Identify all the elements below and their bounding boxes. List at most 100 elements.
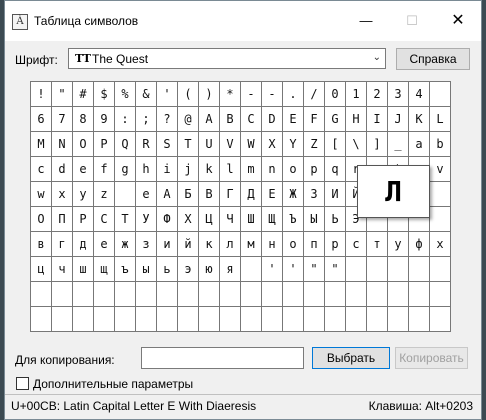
char-cell[interactable]: с xyxy=(346,232,367,257)
char-cell[interactable]: х xyxy=(430,232,451,257)
char-cell[interactable]: d xyxy=(52,157,73,182)
char-cell[interactable]: ы xyxy=(136,257,157,282)
char-cell[interactable]: Q xyxy=(115,132,136,157)
char-cell[interactable]: ж xyxy=(115,232,136,257)
char-cell[interactable] xyxy=(430,307,451,332)
char-cell[interactable]: E xyxy=(283,107,304,132)
char-cell[interactable]: Е xyxy=(262,182,283,207)
char-cell[interactable]: п xyxy=(304,232,325,257)
char-cell[interactable]: L xyxy=(430,107,451,132)
char-cell[interactable]: $ xyxy=(94,82,115,107)
char-cell[interactable]: I xyxy=(367,107,388,132)
char-cell[interactable]: A xyxy=(199,107,220,132)
char-cell[interactable] xyxy=(430,82,451,107)
char-cell[interactable]: h xyxy=(136,157,157,182)
char-cell[interactable]: - xyxy=(241,82,262,107)
char-cell[interactable]: Б xyxy=(178,182,199,207)
char-cell[interactable]: е xyxy=(94,232,115,257)
char-cell[interactable] xyxy=(430,207,451,232)
char-cell[interactable] xyxy=(199,282,220,307)
char-cell[interactable]: ю xyxy=(199,257,220,282)
char-cell[interactable]: В xyxy=(199,182,220,207)
char-cell[interactable]: 0 xyxy=(325,82,346,107)
char-cell[interactable]: j xyxy=(178,157,199,182)
char-cell[interactable]: А xyxy=(157,182,178,207)
char-cell[interactable]: ] xyxy=(367,132,388,157)
char-cell[interactable]: Ч xyxy=(220,207,241,232)
char-cell[interactable]: о xyxy=(283,232,304,257)
char-cell[interactable]: g xyxy=(115,157,136,182)
char-cell[interactable]: C xyxy=(241,107,262,132)
char-cell[interactable] xyxy=(52,282,73,307)
char-cell[interactable]: U xyxy=(199,132,220,157)
char-cell[interactable]: H xyxy=(346,107,367,132)
char-cell[interactable] xyxy=(325,307,346,332)
char-cell[interactable]: J xyxy=(388,107,409,132)
char-cell[interactable]: ) xyxy=(199,82,220,107)
char-cell[interactable]: ' xyxy=(157,82,178,107)
char-cell[interactable]: Т xyxy=(115,207,136,232)
char-cell[interactable] xyxy=(367,257,388,282)
char-cell[interactable]: 9 xyxy=(94,107,115,132)
char-cell[interactable]: x xyxy=(52,182,73,207)
char-cell[interactable]: _ xyxy=(388,132,409,157)
advanced-options-label[interactable]: Дополнительные параметры xyxy=(33,377,193,391)
char-cell[interactable]: e xyxy=(136,182,157,207)
char-cell[interactable] xyxy=(241,282,262,307)
char-cell[interactable] xyxy=(304,282,325,307)
char-cell[interactable]: Ж xyxy=(283,182,304,207)
char-cell[interactable]: я xyxy=(220,257,241,282)
char-cell[interactable]: Ы xyxy=(304,207,325,232)
char-cell[interactable]: П xyxy=(52,207,73,232)
char-cell[interactable] xyxy=(220,282,241,307)
char-cell[interactable]: д xyxy=(73,232,94,257)
char-cell[interactable] xyxy=(346,282,367,307)
font-dropdown[interactable]: TT The Quest ⌄ xyxy=(68,48,386,69)
char-cell[interactable]: Ь xyxy=(325,207,346,232)
char-cell[interactable]: у xyxy=(388,232,409,257)
char-cell[interactable]: c xyxy=(31,157,52,182)
char-cell[interactable] xyxy=(115,307,136,332)
char-cell[interactable]: ? xyxy=(157,107,178,132)
char-cell[interactable]: н xyxy=(262,232,283,257)
char-cell[interactable]: % xyxy=(115,82,136,107)
char-cell[interactable]: a xyxy=(409,132,430,157)
char-cell[interactable]: k xyxy=(199,157,220,182)
char-cell[interactable]: 4 xyxy=(409,82,430,107)
char-cell[interactable]: w xyxy=(31,182,52,207)
char-cell[interactable]: 2 xyxy=(367,82,388,107)
char-cell[interactable]: . xyxy=(283,82,304,107)
char-cell[interactable]: Х xyxy=(178,207,199,232)
char-cell[interactable]: О xyxy=(31,207,52,232)
char-cell[interactable] xyxy=(52,307,73,332)
char-cell[interactable]: T xyxy=(178,132,199,157)
char-cell[interactable] xyxy=(73,307,94,332)
char-cell[interactable]: / xyxy=(304,82,325,107)
char-cell[interactable]: И xyxy=(325,182,346,207)
char-cell[interactable]: ( xyxy=(178,82,199,107)
char-cell[interactable]: 8 xyxy=(73,107,94,132)
char-cell[interactable]: ф xyxy=(409,232,430,257)
char-cell[interactable]: B xyxy=(220,107,241,132)
char-cell[interactable]: л xyxy=(220,232,241,257)
char-cell[interactable]: 7 xyxy=(52,107,73,132)
char-cell[interactable] xyxy=(346,307,367,332)
char-cell[interactable]: " xyxy=(304,257,325,282)
char-cell[interactable]: : xyxy=(115,107,136,132)
char-cell[interactable] xyxy=(178,282,199,307)
char-cell[interactable]: ; xyxy=(136,107,157,132)
char-cell[interactable]: Щ xyxy=(262,207,283,232)
char-cell[interactable]: ' xyxy=(283,257,304,282)
char-cell[interactable]: Г xyxy=(220,182,241,207)
char-cell[interactable] xyxy=(388,307,409,332)
char-cell[interactable]: Ц xyxy=(199,207,220,232)
char-cell[interactable]: и xyxy=(157,232,178,257)
char-cell[interactable]: W xyxy=(241,132,262,157)
char-cell[interactable]: M xyxy=(31,132,52,157)
char-cell[interactable] xyxy=(241,307,262,332)
char-cell[interactable]: ' xyxy=(262,257,283,282)
copy-button[interactable]: Копировать xyxy=(395,347,468,369)
char-cell[interactable] xyxy=(94,307,115,332)
char-cell[interactable]: " xyxy=(52,82,73,107)
char-cell[interactable]: # xyxy=(73,82,94,107)
